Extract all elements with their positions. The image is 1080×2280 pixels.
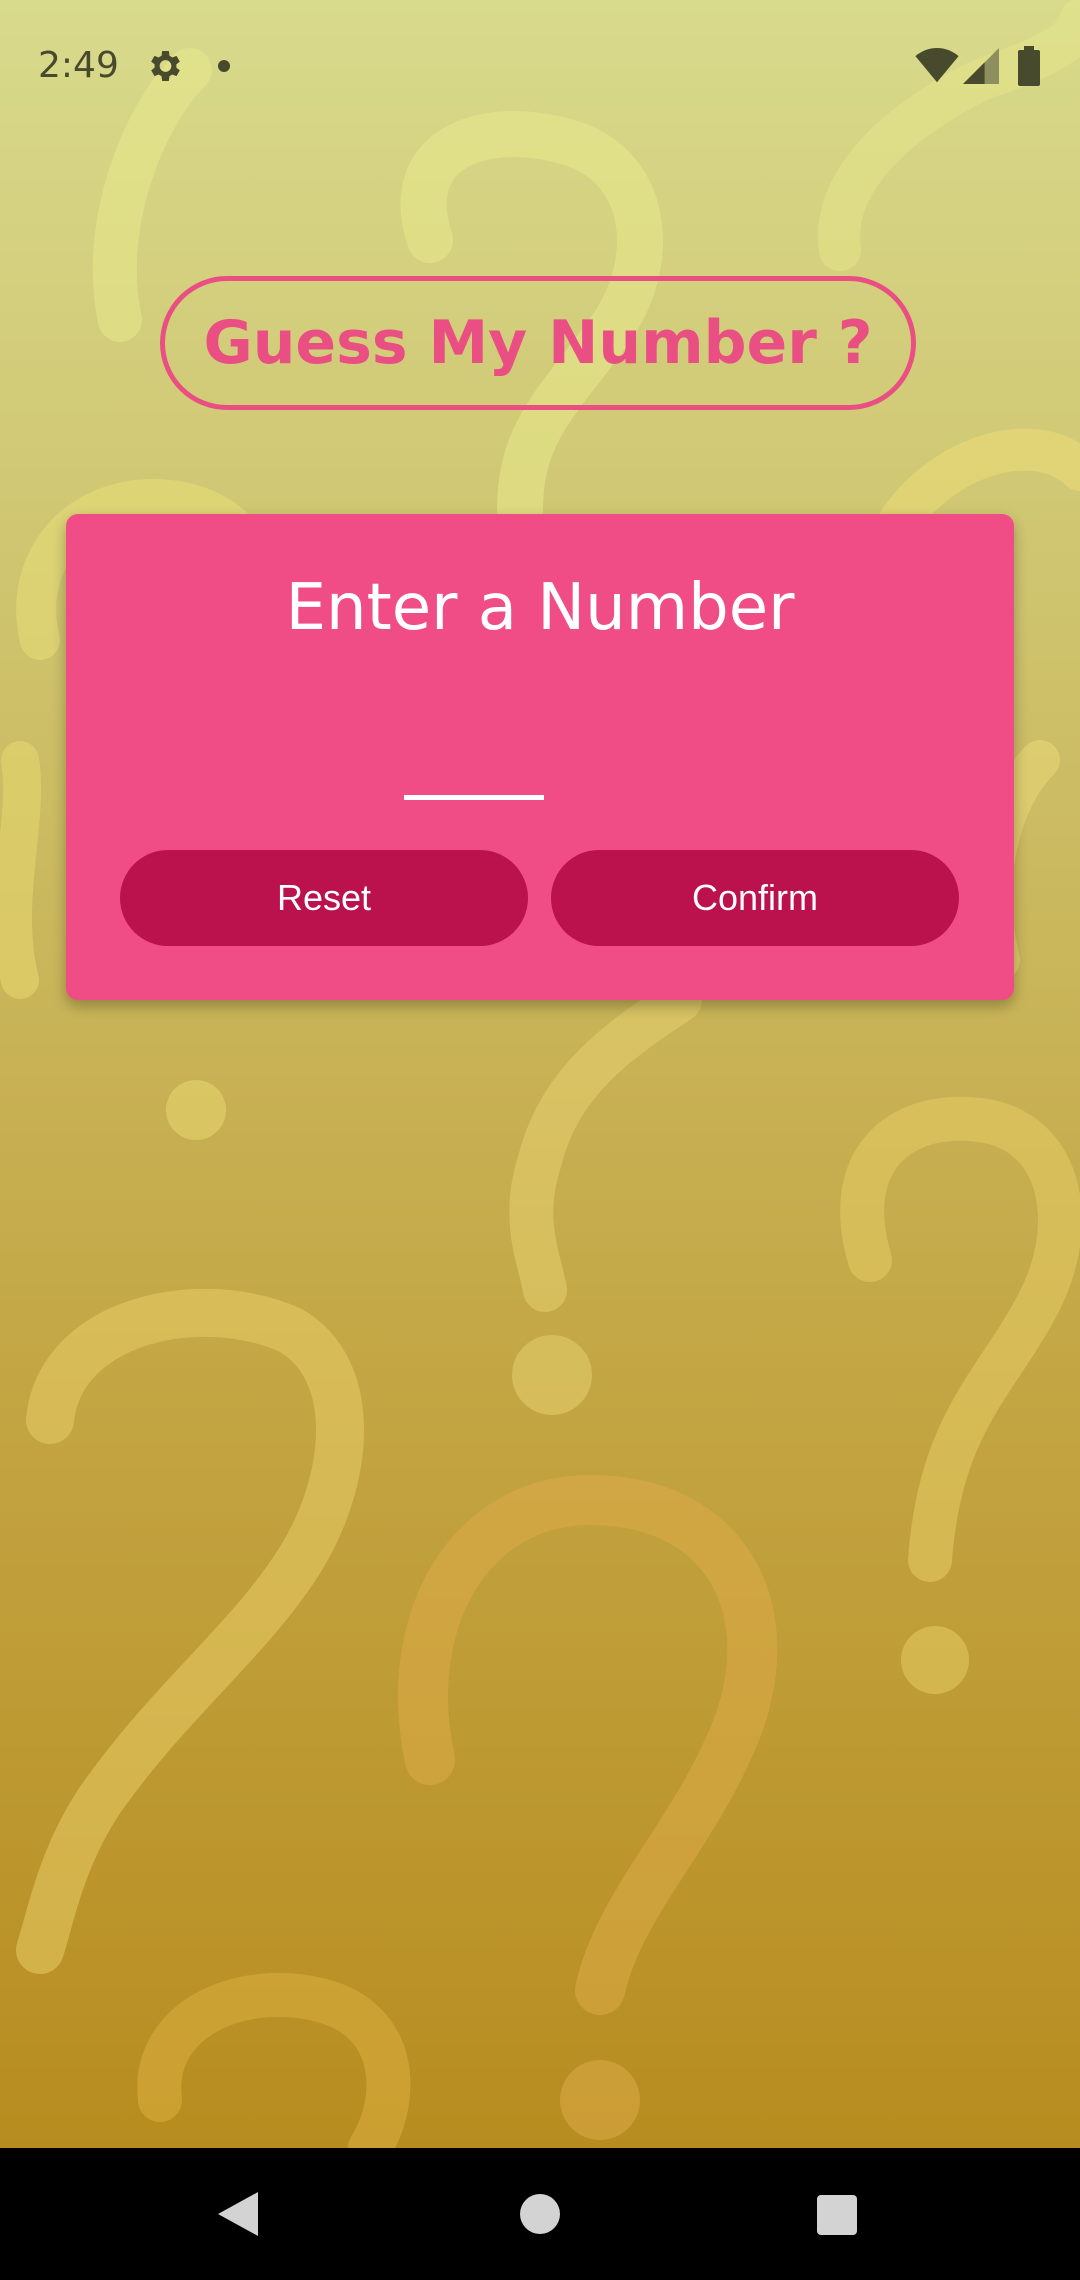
notification-dot-icon [218,60,230,72]
battery-icon [1018,46,1040,86]
app-title: Guess My Number ? [203,308,873,378]
home-icon[interactable] [520,2194,560,2234]
wifi-icon [915,48,959,83]
number-input[interactable] [404,700,544,800]
app-title-box: Guess My Number ? [160,276,916,410]
app-screen: 2:49 Guess My Number ? Enter a Number Re… [0,0,1080,2148]
status-bar: 2:49 [0,0,1080,134]
signal-icon [963,48,999,84]
recents-icon[interactable] [817,2195,857,2235]
navigation-bar [0,2148,1080,2280]
reset-button[interactable]: Reset [120,850,528,946]
back-icon[interactable] [218,2192,262,2236]
gear-icon [151,51,180,81]
card-title: Enter a Number [285,571,795,645]
status-time: 2:49 [38,45,119,86]
confirm-button[interactable]: Confirm [551,850,959,946]
